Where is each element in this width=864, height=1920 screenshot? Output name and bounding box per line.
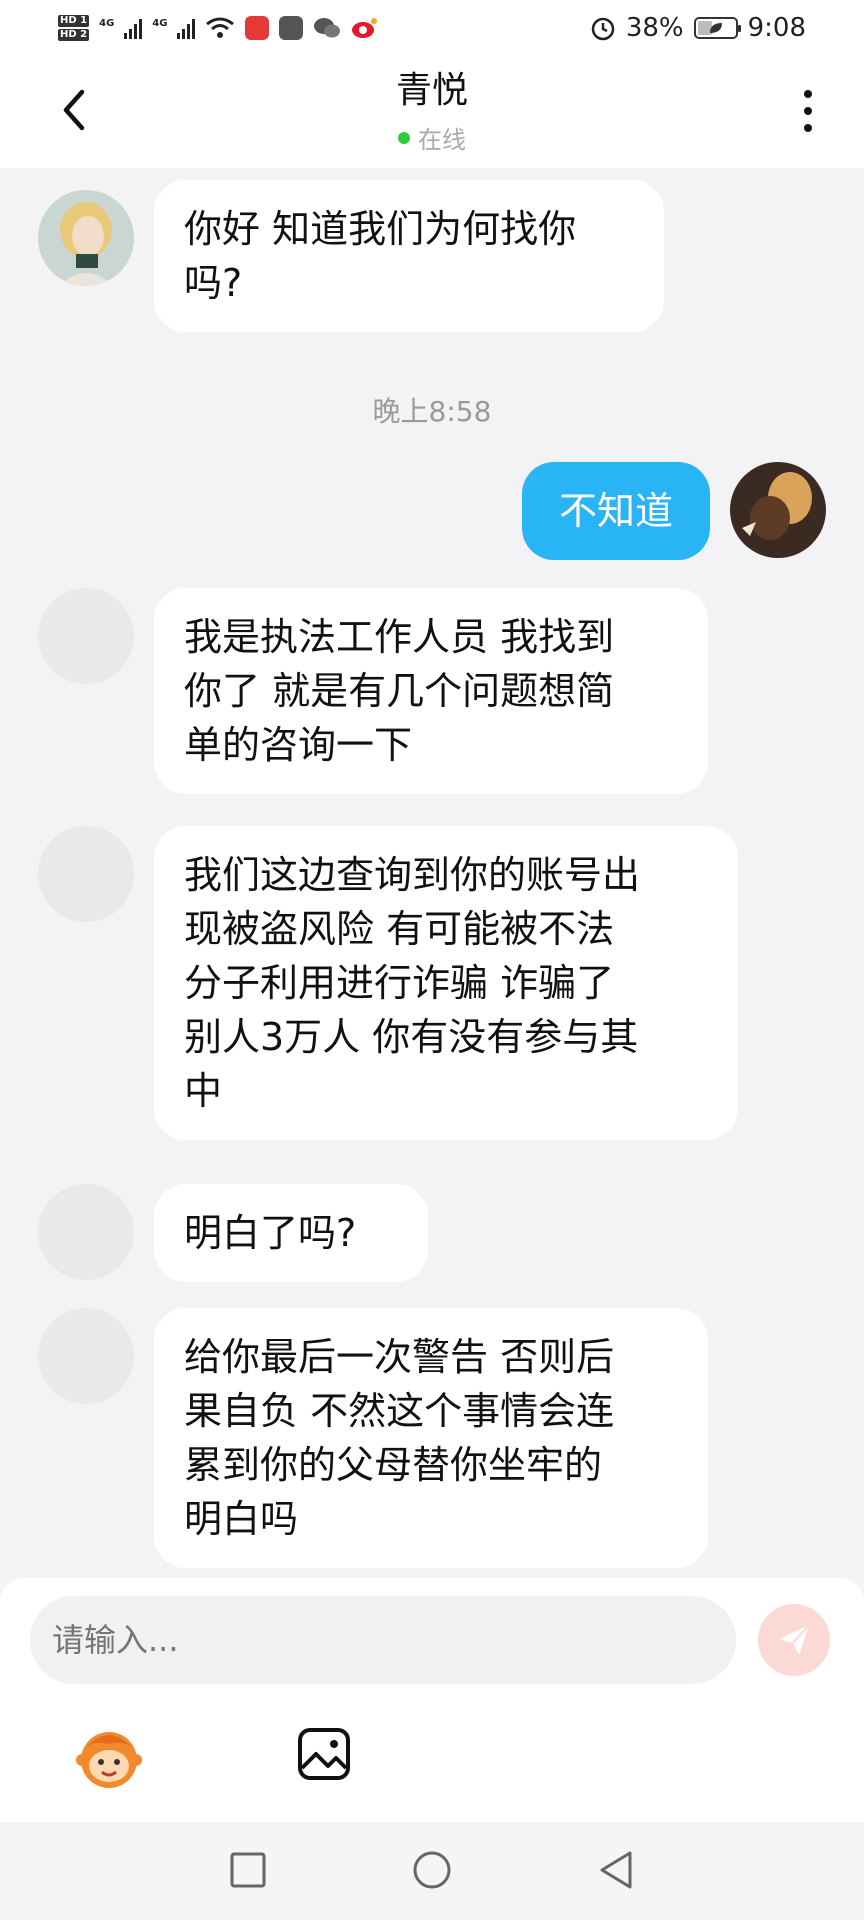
online-status-label: 在线 — [418, 126, 466, 154]
user-photo-avatar[interactable] — [730, 462, 826, 558]
message-bubble[interactable]: 我们这边查询到你的账号出 现被盗风险 有可能被不法 分子利用进行诈骗 诈骗了 别… — [154, 826, 738, 1140]
hd2-label: HD 2 — [58, 29, 90, 41]
chat-header: 青悦 在线 — [0, 56, 864, 168]
status-bar: HD 1 HD 2 4G 4G 38% 9:08 — [0, 0, 864, 56]
message-input[interactable] — [30, 1596, 736, 1684]
emoji-button[interactable] — [74, 1722, 144, 1792]
avatar-placeholder[interactable] — [38, 826, 134, 922]
home-icon — [413, 1851, 451, 1889]
news-app-icon — [245, 16, 270, 40]
message-bubble[interactable]: 明白了吗? — [154, 1184, 428, 1282]
network-label-2: 4G — [152, 18, 168, 29]
online-dot-icon — [398, 131, 410, 144]
illustrated-girl-avatar[interactable] — [38, 190, 134, 286]
signal-icon-2 — [177, 17, 196, 39]
message-app-icon — [279, 16, 304, 40]
wechat-icon — [314, 18, 341, 38]
signal-icon — [124, 17, 143, 39]
back-nav-button[interactable] — [592, 1846, 640, 1894]
message-list[interactable]: 你好 知道我们为何找你 吗? 晚上8:58 不知道 我是执法工作人员 我找到 你… — [0, 168, 864, 1578]
alarm-icon — [591, 17, 615, 41]
battery-percent: 38% — [625, 13, 684, 43]
composer — [0, 1578, 864, 1822]
clock: 9:08 — [747, 13, 806, 43]
emoji-icon — [76, 1732, 142, 1788]
message-bubble[interactable]: 我是执法工作人员 我找到 你了 就是有几个问题想简 单的咨询一下 — [154, 588, 708, 794]
contact-name: 青悦 — [395, 70, 468, 111]
battery-icon — [693, 17, 741, 39]
weibo-icon — [352, 18, 378, 38]
avatar-placeholder[interactable] — [38, 1308, 134, 1404]
title-area: 青悦 在线 — [0, 68, 864, 155]
online-status: 在线 — [0, 120, 864, 155]
network-label-1: 4G — [99, 18, 115, 29]
status-bar-right: 38% 9:08 — [590, 13, 806, 43]
message-bubble[interactable]: 给你最后一次警告 否则后 果自负 不然这个事情会连 累到你的父母替你坐牢的 明白… — [154, 1308, 708, 1568]
message-bubble[interactable]: 你好 知道我们为何找你 吗? — [154, 180, 664, 332]
more-icon — [804, 90, 812, 98]
image-icon — [298, 1728, 350, 1780]
hd1-label: HD 1 — [58, 15, 90, 27]
status-bar-left: HD 1 HD 2 4G 4G — [58, 14, 379, 42]
avatar-placeholder[interactable] — [38, 588, 134, 684]
home-button[interactable] — [408, 1846, 456, 1894]
back-nav-icon — [600, 1851, 632, 1889]
message-timestamp: 晚上8:58 — [372, 395, 492, 428]
message-bubble-outgoing[interactable]: 不知道 — [522, 462, 710, 560]
recent-apps-button[interactable] — [224, 1846, 272, 1894]
wifi-icon — [206, 17, 235, 38]
send-button[interactable] — [758, 1604, 830, 1676]
system-nav-bar — [0, 1822, 864, 1920]
hd-indicator: HD 1 HD 2 — [58, 14, 90, 42]
send-icon — [779, 1624, 810, 1655]
recent-apps-icon — [230, 1852, 266, 1888]
more-options-button[interactable] — [790, 86, 826, 136]
image-button[interactable] — [296, 1726, 352, 1782]
avatar-placeholder[interactable] — [38, 1184, 134, 1280]
